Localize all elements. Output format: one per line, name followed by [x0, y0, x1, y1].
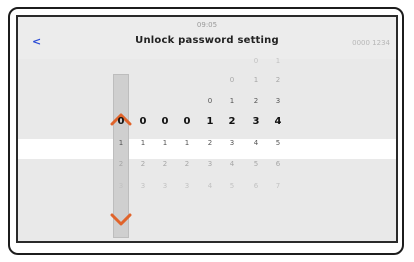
picker-digit[interactable]: 4 [245, 139, 267, 147]
picker-digit[interactable]: 2 [154, 160, 176, 168]
picker-digit[interactable]: 4 [221, 160, 243, 168]
picker-digit[interactable]: 1 [267, 57, 289, 65]
picker-digit[interactable]: 3 [176, 182, 198, 190]
status-time: 09:05 [196, 21, 218, 29]
picker-digit[interactable]: 1 [110, 139, 132, 147]
picker-digit[interactable]: 0 [221, 76, 243, 84]
picker-digit[interactable]: 2 [267, 76, 289, 84]
picker-digit[interactable]: 0 [199, 97, 221, 105]
picker-digit[interactable]: 3 [132, 182, 154, 190]
selected-digit-4[interactable]: 0 [176, 116, 198, 127]
chevron-down-icon[interactable] [109, 213, 133, 227]
picker-digit[interactable]: 5 [245, 160, 267, 168]
picker-digit[interactable]: 6 [267, 160, 289, 168]
picker-digit[interactable]: 2 [245, 97, 267, 105]
picker-digit[interactable]: 1 [132, 139, 154, 147]
selected-digit-5[interactable]: 1 [199, 116, 221, 127]
picker-digit[interactable]: 3 [199, 160, 221, 168]
selected-digit-8[interactable]: 4 [267, 116, 289, 127]
picker-digit[interactable]: 0 [245, 57, 267, 65]
picker-area: 0101201230000123411112345222234563333456… [18, 57, 396, 241]
picker-digit[interactable]: 2 [132, 160, 154, 168]
screen: < 09:05 Unlock password setting 0000 123… [16, 15, 398, 243]
picker-digit[interactable]: 6 [245, 182, 267, 190]
picker-digit[interactable]: 2 [110, 160, 132, 168]
header: < 09:05 Unlock password setting 0000 123… [18, 17, 396, 60]
picker-digit[interactable]: 2 [176, 160, 198, 168]
picker-digit[interactable]: 7 [267, 182, 289, 190]
selected-digit-6[interactable]: 2 [221, 116, 243, 127]
picker-digit[interactable]: 1 [245, 76, 267, 84]
picker-digit[interactable]: 3 [154, 182, 176, 190]
selected-digit-2[interactable]: 0 [132, 116, 154, 127]
picker-digit[interactable]: 5 [267, 139, 289, 147]
selected-digit-1[interactable]: 0 [110, 116, 132, 127]
current-code: 0000 1234 [352, 39, 390, 47]
page-title: Unlock password setting [135, 35, 279, 46]
picker-digit[interactable]: 3 [267, 97, 289, 105]
picker-digit[interactable]: 1 [176, 139, 198, 147]
selected-digit-7[interactable]: 3 [245, 116, 267, 127]
picker-digit[interactable]: 3 [110, 182, 132, 190]
picker-digit[interactable]: 5 [221, 182, 243, 190]
picker-digit[interactable]: 1 [221, 97, 243, 105]
picker-digit[interactable]: 4 [199, 182, 221, 190]
picker-digit[interactable]: 1 [154, 139, 176, 147]
picker-digit[interactable]: 3 [221, 139, 243, 147]
selected-digit-3[interactable]: 0 [154, 116, 176, 127]
picker-digit[interactable]: 2 [199, 139, 221, 147]
